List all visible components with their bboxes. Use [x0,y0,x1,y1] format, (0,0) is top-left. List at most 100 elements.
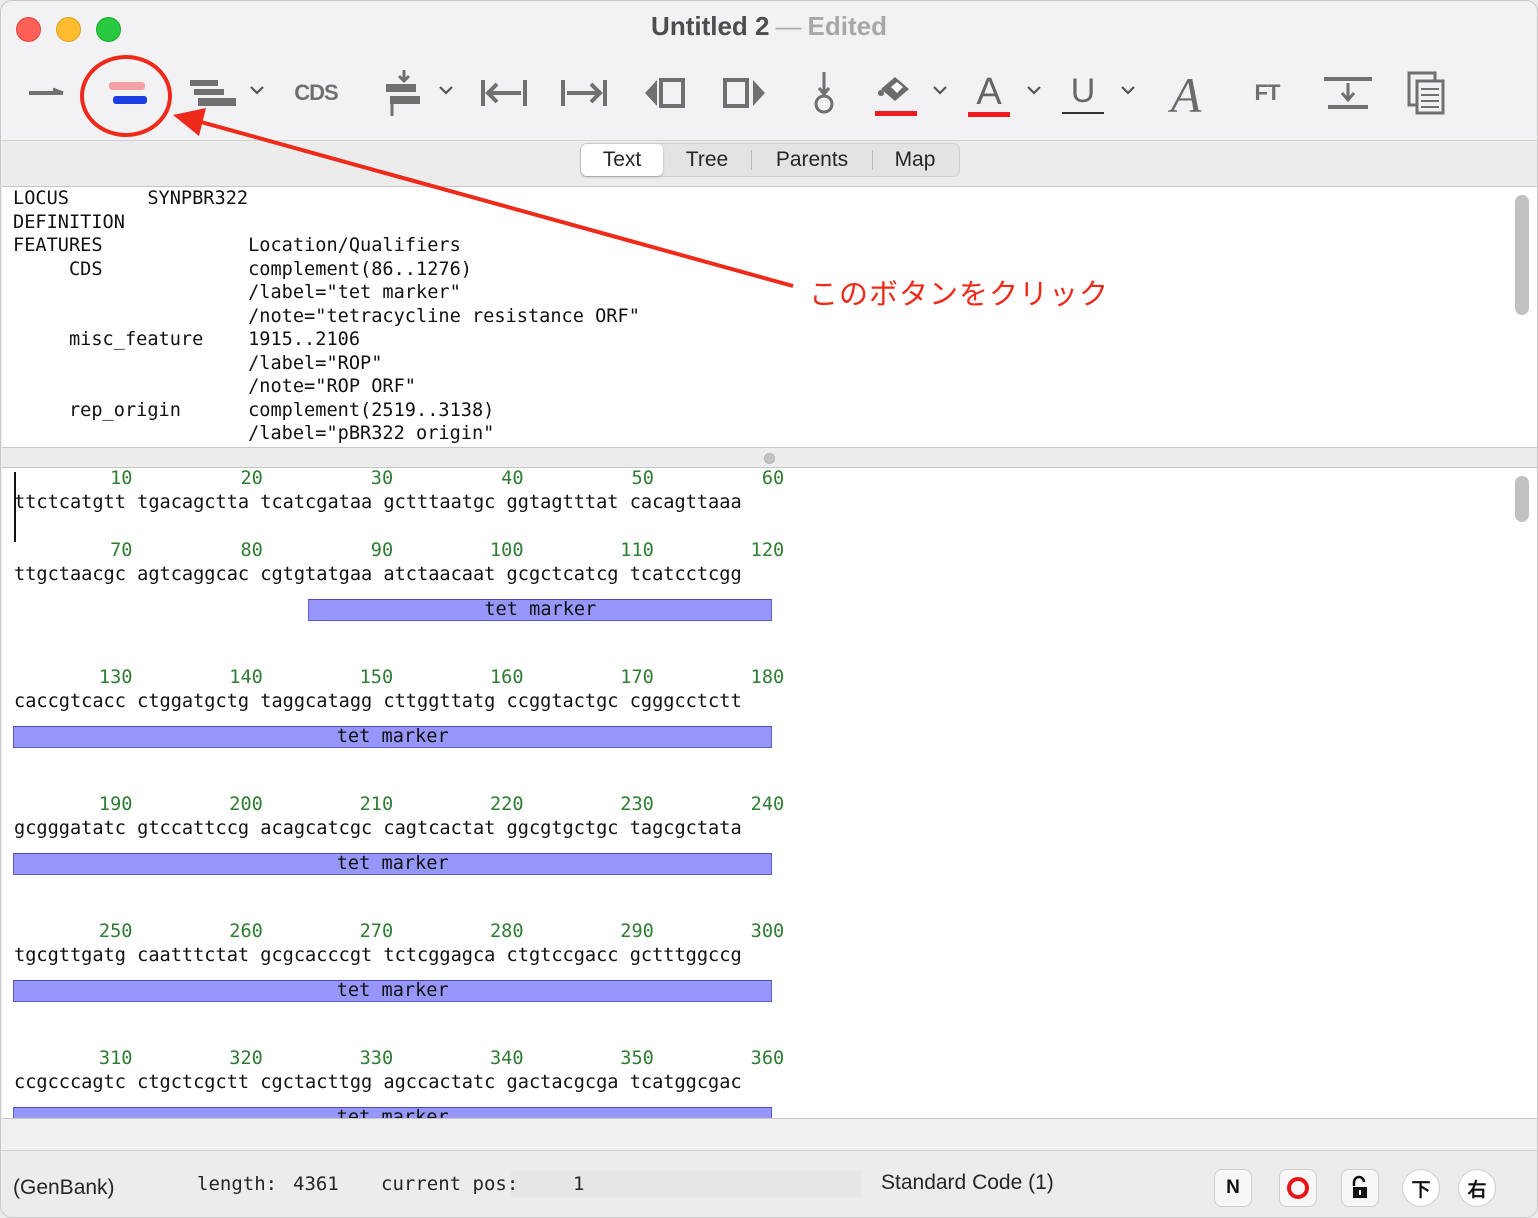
tab-parents[interactable]: Parents [752,144,872,176]
feature-bar[interactable]: tet marker [13,980,773,1002]
header-line: CDS complement(86..1276) [13,258,472,280]
pane-splitter[interactable] [1,449,1537,467]
header-line: LOCUS SYNPBR322 [13,188,249,209]
position-number: 360 [750,1048,785,1069]
chevron-down-icon[interactable] [248,81,266,99]
sequence-line[interactable]: caccgtcacc ctggatgctg taggcatagg cttggtt… [14,691,742,712]
feature-bar[interactable]: tet marker [308,599,773,621]
tab-tree[interactable]: Tree [663,144,751,176]
down-direction-button[interactable]: 下 [1402,1169,1440,1207]
chevron-down-icon[interactable] [931,81,949,99]
sequence-scrollbar-thumb[interactable] [1515,476,1529,522]
origin-marker-icon [814,72,834,114]
current-pos-field [511,1171,861,1197]
collapse-lines-icon [1324,77,1372,109]
feature-bar[interactable]: tet marker [13,726,773,748]
header-line: misc_feature 1915..2106 [13,329,361,350]
font-button[interactable]: A [1161,65,1211,121]
position-number: 260 [229,921,263,942]
document-list-icon [1407,71,1445,115]
arrow-tool-button[interactable] [25,65,69,121]
go-to-start-button[interactable] [477,65,531,121]
origin-button[interactable] [807,65,841,121]
header-line: DEFINITION [13,211,125,233]
splitter-handle[interactable] [764,453,775,464]
position-number: 20 [240,468,263,489]
lock-button[interactable] [1341,1169,1379,1207]
highlight-color-button[interactable] [869,65,921,121]
feature-bar[interactable]: tet marker [13,853,773,875]
cds-button[interactable]: CDS [291,65,341,121]
paint-bucket-icon [875,77,917,116]
position-number: 200 [229,794,263,815]
ft-label: FT [1254,80,1281,105]
position-number: 330 [359,1048,394,1069]
document-view-button[interactable] [1403,65,1449,121]
feature-table-button[interactable]: FT [1245,65,1289,121]
sequence-line[interactable]: ccgcccagtc ctgctcgctt cgctacttgg agccact… [14,1072,742,1093]
insert-feature-button[interactable] [379,65,429,121]
header-line: FEATURES Location/Qualifiers [13,235,461,256]
position-number: 230 [620,794,654,815]
position-number: 300 [750,921,785,942]
annotation-text: このボタンをクリック [809,277,1110,311]
right-direction-button[interactable]: 右 [1458,1169,1496,1207]
genbank-header-text[interactable]: LOCUS SYNPBR322 DEFINITION FEATURES Loca… [2,186,1537,448]
position-number: 110 [620,540,654,561]
n-button[interactable]: N [1214,1169,1252,1207]
position-number: 80 [240,540,263,561]
genetic-code-label[interactable]: Standard Code (1) [881,1171,1054,1195]
status-bar: (GenBank) length: 4361 current pos: 1 St… [1,1151,1537,1217]
triangle-right-box-icon [723,78,765,108]
previous-feature-button[interactable] [641,65,691,121]
position-number: 290 [620,921,654,942]
header-line: /note="ROP ORF" [13,376,416,397]
chevron-down-icon[interactable] [437,81,455,99]
position-number: 170 [620,667,654,688]
cds-label: CDS [294,80,338,105]
edited-status: Edited [807,11,887,41]
sequence-line[interactable]: gcgggatatc gtccattccg acagcatcgc cagtcac… [14,818,742,839]
position-number: 60 [761,468,785,489]
chevron-down-icon[interactable] [1119,81,1137,99]
layers-button[interactable] [185,65,239,121]
next-feature-button[interactable] [719,65,769,121]
tab-map[interactable]: Map [873,144,957,176]
position-number: 210 [359,794,394,815]
current-pos-value: 1 [573,1173,585,1195]
go-to-end-button[interactable] [557,65,611,121]
header-line: rep_origin complement(2519..3138) [13,399,495,421]
triangle-left-box-icon [645,78,685,108]
header-scrollbar-thumb[interactable] [1515,195,1529,315]
length-label: length: [197,1173,278,1195]
skip-to-start-icon [481,80,527,106]
position-number: 310 [98,1048,133,1069]
format-label: (GenBank) [13,1176,115,1199]
position-number: 100 [489,540,524,561]
sequence-line[interactable]: ttgctaacgc agtcaggcac cgtgtatgaa atctaac… [14,564,742,585]
app-window: Untitled 2— Edited CDS A U A FT Text Tre… [0,0,1538,1218]
sequence-line[interactable]: tgcgttgatg caatttctat gcgcacccgt tctcgga… [14,945,742,966]
length-value: 4361 [293,1173,339,1195]
italic-font-icon: A [1168,68,1202,118]
collapse-button[interactable] [1321,65,1375,121]
svg-text:A: A [976,71,1002,113]
right-arrow-icon [29,87,64,95]
header-line: /note="tetracycline resistance ORF" [13,305,640,327]
text-color-button[interactable]: A [965,65,1013,121]
annotation-circle [80,55,172,137]
position-number: 190 [98,794,133,815]
window-title: Untitled 2— Edited [1,11,1537,42]
sequence-line[interactable]: ttctcatgtt tgacagctta tcatcgataa gctttaa… [14,492,742,513]
feature-bar[interactable]: tet marker [13,1107,773,1118]
underline-button[interactable]: U [1059,65,1107,121]
sequence-view[interactable]: 10 20 30 40 50 60 ttctcatgtt tgacagctta tcatcg… [2,467,1537,1119]
current-pos-label: current pos: [381,1173,519,1195]
tab-text[interactable]: Text [581,144,663,176]
position-number: 70 [110,540,133,561]
stop-codon-button[interactable] [1279,1169,1317,1207]
position-number: 40 [501,468,524,489]
position-number: 140 [229,667,263,688]
title-bar: Untitled 2— Edited CDS A U A FT [1,1,1537,141]
chevron-down-icon[interactable] [1025,81,1043,99]
